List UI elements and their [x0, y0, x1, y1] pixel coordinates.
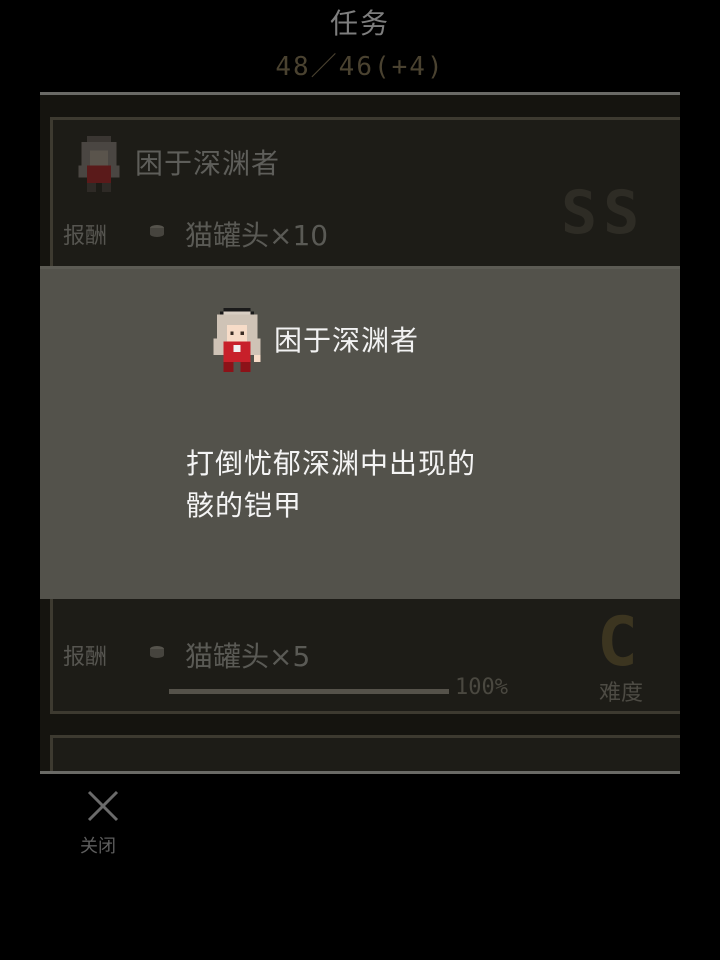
reward-label: 报酬: [63, 224, 108, 249]
rank-letter: C: [597, 603, 644, 682]
popup-description: 打倒忧郁深渊中出现的 骸的铠甲: [186, 443, 546, 527]
page-title: 任务: [329, 7, 390, 40]
popup-description-line-1: 打倒忧郁深渊中出现的: [186, 447, 477, 480]
rank-letter: SS: [561, 178, 646, 248]
reward-value: 猫罐头×5: [185, 640, 311, 673]
close-x-icon: [87, 790, 119, 822]
progress-text: 100%: [455, 675, 508, 700]
reward-label: 报酬: [63, 645, 108, 670]
quest-card[interactable]: 困于深渊者 报酬 猫罐头×10 SS: [50, 117, 680, 273]
quest-count: 48／46(+4): [275, 52, 445, 82]
character-portrait-icon: [78, 136, 120, 192]
popup-description-line-2: 骸的铠甲: [186, 489, 303, 522]
cat-can-icon: [150, 225, 164, 237]
cat-can-icon: [150, 646, 164, 658]
popup-quest-name: 困于深渊者: [274, 324, 420, 357]
close-label: 关闭: [80, 836, 116, 857]
progress-fill: [169, 689, 449, 694]
quest-name: 困于深渊者: [135, 147, 281, 180]
progress-bar: [169, 689, 449, 694]
character-portrait-icon: [213, 307, 261, 373]
reward-value: 猫罐头×10: [185, 219, 329, 252]
quest-detail-popup[interactable]: 困于深渊者 打倒忧郁深渊中出现的 骸的铠甲: [40, 266, 680, 599]
quest-card[interactable]: [50, 735, 680, 771]
difficulty-label: 难度: [599, 681, 644, 706]
